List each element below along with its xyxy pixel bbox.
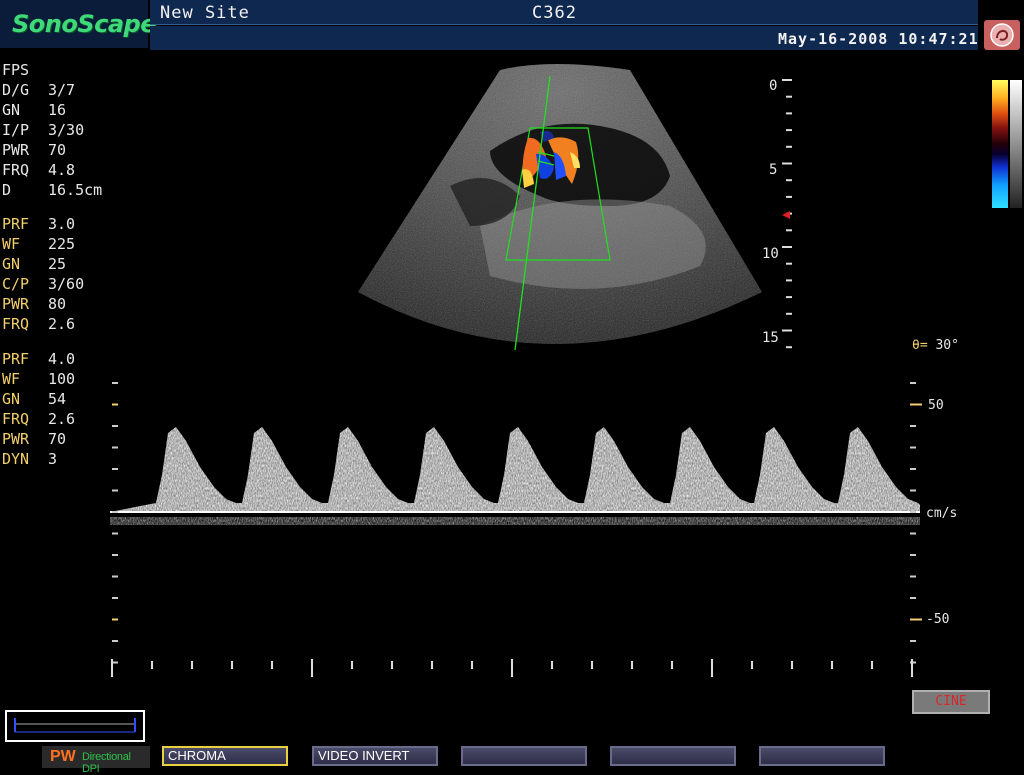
param-row: FPS — [2, 60, 102, 80]
param-value: 16.5cm — [48, 181, 103, 199]
brand-logo: SonoScape — [0, 0, 157, 48]
param-row: PWR 80 — [2, 294, 84, 314]
mode-pw-button[interactable]: PW Directional DPI — [42, 746, 150, 775]
param-value: 225 — [48, 235, 76, 253]
param-value: 70 — [48, 141, 67, 159]
param-value: 80 — [48, 295, 67, 313]
param-value: 100 — [48, 370, 76, 388]
mode-label: PW — [50, 748, 76, 765]
param-value: 3/60 — [48, 275, 85, 293]
fetus-preset-icon[interactable] — [984, 20, 1020, 50]
param-row: GN 16 — [2, 100, 102, 120]
param-key: PRF — [2, 350, 30, 368]
color-params: PRF 3.0 WF 225 GN 25 C/P 3/60 PWR 80 FRQ 2.6 — [2, 214, 84, 334]
param-key: FRQ — [2, 315, 30, 333]
param-value: 70 — [48, 430, 67, 448]
datetime-display: May-16-2008 10:47:21 — [778, 30, 979, 48]
param-row: WF 100 — [2, 369, 75, 389]
softkey-3[interactable] — [461, 746, 587, 766]
pw-params: PRF 4.0 WF 100 GN 54 FRQ 2.6 PWR 70 DYN 3 — [2, 349, 75, 469]
param-row: D 16.5cm — [2, 180, 102, 200]
param-row: FRQ 4.8 — [2, 160, 102, 180]
param-value: 4.0 — [48, 350, 76, 368]
velocity-ticks-left — [112, 382, 118, 664]
param-row: PWR 70 — [2, 140, 102, 160]
param-key: D/G — [2, 81, 30, 99]
param-row: D/G 3/7 — [2, 80, 102, 100]
param-value: 2.6 — [48, 315, 76, 333]
param-row: FRQ 2.6 — [2, 409, 75, 429]
param-row: FRQ 2.6 — [2, 314, 84, 334]
param-key: PWR — [2, 430, 30, 448]
param-row: PRF 3.0 — [2, 214, 84, 234]
param-key: C/P — [2, 275, 30, 293]
param-key: FPS — [2, 61, 30, 79]
angle-readout: θ= 30° — [912, 338, 959, 353]
param-key: PWR — [2, 295, 30, 313]
depth-label: 10 — [762, 246, 779, 262]
param-value: 3/7 — [48, 81, 76, 99]
param-row: C/P 3/60 — [2, 274, 84, 294]
param-key: GN — [2, 101, 21, 119]
param-row: GN 25 — [2, 254, 84, 274]
param-value: 25 — [48, 255, 67, 273]
bmode-params: FPS D/G 3/7 GN 16 I/P 3/30 PWR 70 FRQ 4.8 D 16.5cm — [2, 60, 102, 200]
site-name: New Site — [160, 3, 250, 23]
param-key: FRQ — [2, 161, 30, 179]
mode-sub-label: Directional DPI — [82, 751, 131, 775]
cine-button[interactable]: CINE — [912, 690, 990, 714]
param-value: 54 — [48, 390, 67, 408]
param-row: WF 225 — [2, 234, 84, 254]
softkey-5[interactable] — [759, 746, 885, 766]
doppler-spectrum[interactable] — [110, 375, 920, 685]
param-key: PRF — [2, 215, 30, 233]
param-key: PWR — [2, 141, 30, 159]
param-row: GN 54 — [2, 389, 75, 409]
param-key: WF — [2, 235, 21, 253]
param-key: WF — [2, 370, 21, 388]
param-value: 2.6 — [48, 410, 76, 428]
param-key: D — [2, 181, 12, 199]
velocity-ticks-right — [910, 382, 922, 664]
velocity-min-label: -50 — [926, 612, 950, 627]
video-invert-button[interactable]: VIDEO INVERT — [312, 746, 438, 766]
softkey-4[interactable] — [610, 746, 736, 766]
probe-name: C362 — [532, 3, 577, 23]
depth-scale — [782, 79, 792, 349]
param-value: 3/30 — [48, 121, 85, 139]
spectrum-speckle — [110, 427, 920, 512]
depth-label: 5 — [769, 162, 778, 178]
param-value: 3.0 — [48, 215, 76, 233]
bmode-image[interactable] — [340, 56, 780, 356]
param-value: 3 — [48, 450, 58, 468]
brand-logo-text: SonoScape — [12, 10, 157, 38]
depth-label: 15 — [762, 330, 779, 346]
param-row: DYN 3 — [2, 449, 75, 469]
param-row: PWR 70 — [2, 429, 75, 449]
param-key: FRQ — [2, 410, 30, 428]
param-key: I/P — [2, 121, 30, 139]
angle-symbol: θ= — [912, 338, 928, 353]
param-key: GN — [2, 255, 21, 273]
color-map-bar — [992, 80, 1008, 208]
time-axis — [111, 659, 913, 677]
velocity-max-label: 50 — [928, 398, 944, 413]
gray-map-bar — [1010, 80, 1022, 208]
depth-label: 0 — [769, 78, 778, 94]
param-value: 16 — [48, 101, 67, 119]
param-value: 4.8 — [48, 161, 76, 179]
param-key: GN — [2, 390, 21, 408]
focus-marker[interactable] — [782, 211, 790, 219]
velocity-unit-label: cm/s — [926, 506, 958, 521]
chroma-button[interactable]: CHROMA — [162, 746, 288, 766]
angle-value: 30° — [935, 338, 959, 353]
zoom-window[interactable] — [5, 710, 145, 742]
param-row: I/P 3/30 — [2, 120, 102, 140]
param-row: PRF 4.0 — [2, 349, 75, 369]
param-key: DYN — [2, 450, 30, 468]
